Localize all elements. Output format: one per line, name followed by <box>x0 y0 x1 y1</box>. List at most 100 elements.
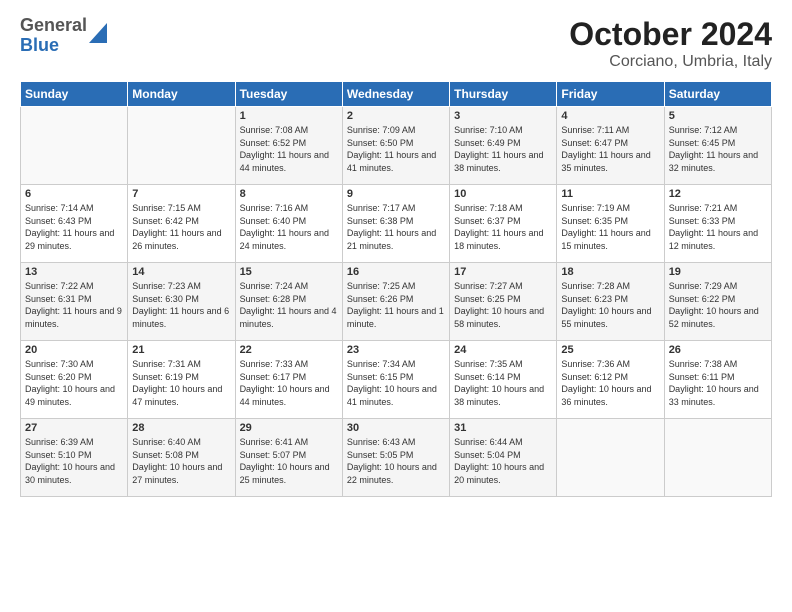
cell-content: Sunset: 6:15 PM <box>347 371 445 384</box>
table-row: 2Sunrise: 7:09 AMSunset: 6:50 PMDaylight… <box>342 107 449 185</box>
cell-content: Sunrise: 7:16 AM <box>240 202 338 215</box>
cell-content: Sunset: 6:47 PM <box>561 137 659 150</box>
cell-content: Sunset: 6:25 PM <box>454 293 552 306</box>
cell-content: Daylight: 10 hours and 30 minutes. <box>25 461 123 486</box>
cell-content: Sunset: 5:04 PM <box>454 449 552 462</box>
table-row: 21Sunrise: 7:31 AMSunset: 6:19 PMDayligh… <box>128 341 235 419</box>
day-number: 27 <box>25 422 123 434</box>
cell-content: Sunset: 6:31 PM <box>25 293 123 306</box>
cell-content: Sunset: 6:14 PM <box>454 371 552 384</box>
cell-content: Sunrise: 7:09 AM <box>347 124 445 137</box>
day-number: 23 <box>347 344 445 356</box>
week-row-2: 6Sunrise: 7:14 AMSunset: 6:43 PMDaylight… <box>21 185 772 263</box>
cell-content: Daylight: 11 hours and 6 minutes. <box>132 305 230 330</box>
day-number: 2 <box>347 110 445 122</box>
table-row: 7Sunrise: 7:15 AMSunset: 6:42 PMDaylight… <box>128 185 235 263</box>
cell-content: Sunrise: 7:35 AM <box>454 358 552 371</box>
day-number: 24 <box>454 344 552 356</box>
col-tuesday: Tuesday <box>235 82 342 107</box>
cell-content: Sunset: 6:40 PM <box>240 215 338 228</box>
logo-triangle-icon <box>89 23 107 43</box>
table-row: 13Sunrise: 7:22 AMSunset: 6:31 PMDayligh… <box>21 263 128 341</box>
day-number: 1 <box>240 110 338 122</box>
calendar-table: Sunday Monday Tuesday Wednesday Thursday… <box>20 81 772 497</box>
day-number: 25 <box>561 344 659 356</box>
cell-content: Daylight: 10 hours and 25 minutes. <box>240 461 338 486</box>
table-row: 1Sunrise: 7:08 AMSunset: 6:52 PMDaylight… <box>235 107 342 185</box>
cell-content: Daylight: 10 hours and 33 minutes. <box>669 383 767 408</box>
cell-content: Sunrise: 6:39 AM <box>25 436 123 449</box>
cell-content: Sunset: 6:17 PM <box>240 371 338 384</box>
table-row: 15Sunrise: 7:24 AMSunset: 6:28 PMDayligh… <box>235 263 342 341</box>
table-row: 9 Sunrise: 7:17 AMSunset: 6:38 PMDaylight… <box>342 185 449 263</box>
cell-content: Daylight: 10 hours and 41 minutes. <box>347 383 445 408</box>
table-row: 17Sunrise: 7:27 AMSunset: 6:25 PMDayligh… <box>450 263 557 341</box>
cell-content: Sunset: 5:07 PM <box>240 449 338 462</box>
cell-content: Sunset: 5:10 PM <box>25 449 123 462</box>
cell-content: Daylight: 10 hours and 44 minutes. <box>240 383 338 408</box>
page: General Blue October 2024 Corciano, Umbr… <box>0 0 792 612</box>
cell-content: Sunset: 6:19 PM <box>132 371 230 384</box>
cell-content: Daylight: 11 hours and 35 minutes. <box>561 149 659 174</box>
cell-content: Sunset: 6:20 PM <box>25 371 123 384</box>
day-number: 9 <box>347 188 445 200</box>
cell-content: Sunrise: 7:31 AM <box>132 358 230 371</box>
day-number: 4 <box>561 110 659 122</box>
day-number: 29 <box>240 422 338 434</box>
day-number: 22 <box>240 344 338 356</box>
table-row: 3Sunrise: 7:10 AMSunset: 6:49 PMDaylight… <box>450 107 557 185</box>
table-row: 11Sunrise: 7:19 AMSunset: 6:35 PMDayligh… <box>557 185 664 263</box>
cell-content: Sunset: 6:22 PM <box>669 293 767 306</box>
cell-content: Sunset: 6:52 PM <box>240 137 338 150</box>
day-number: 15 <box>240 266 338 278</box>
week-row-1: 1Sunrise: 7:08 AMSunset: 6:52 PMDaylight… <box>21 107 772 185</box>
table-row: 19Sunrise: 7:29 AMSunset: 6:22 PMDayligh… <box>664 263 771 341</box>
cell-content: Daylight: 11 hours and 21 minutes. <box>347 227 445 252</box>
table-row: 23Sunrise: 7:34 AMSunset: 6:15 PMDayligh… <box>342 341 449 419</box>
cell-content: Daylight: 10 hours and 22 minutes. <box>347 461 445 486</box>
cell-content: Sunset: 6:12 PM <box>561 371 659 384</box>
day-number: 28 <box>132 422 230 434</box>
calendar-header: Sunday Monday Tuesday Wednesday Thursday… <box>21 82 772 107</box>
cell-content: Daylight: 11 hours and 12 minutes. <box>669 227 767 252</box>
cell-content: Daylight: 11 hours and 41 minutes. <box>347 149 445 174</box>
header: General Blue October 2024 Corciano, Umbr… <box>20 16 772 71</box>
cell-content: Sunset: 6:45 PM <box>669 137 767 150</box>
cell-content: Sunrise: 7:27 AM <box>454 280 552 293</box>
cell-content: Sunrise: 7:22 AM <box>25 280 123 293</box>
day-number: 10 <box>454 188 552 200</box>
day-number: 26 <box>669 344 767 356</box>
cell-content: Sunrise: 7:21 AM <box>669 202 767 215</box>
cell-content: Sunrise: 7:14 AM <box>25 202 123 215</box>
table-row <box>664 419 771 497</box>
table-row: 6Sunrise: 7:14 AMSunset: 6:43 PMDaylight… <box>21 185 128 263</box>
cell-content: Daylight: 10 hours and 55 minutes. <box>561 305 659 330</box>
cell-content: Sunrise: 7:25 AM <box>347 280 445 293</box>
cell-content: Sunrise: 7:19 AM <box>561 202 659 215</box>
day-number: 8 <box>240 188 338 200</box>
cell-content: Sunrise: 7:29 AM <box>669 280 767 293</box>
cell-content: Sunset: 6:38 PM <box>347 215 445 228</box>
cell-content: Sunset: 6:11 PM <box>669 371 767 384</box>
cell-content: Sunrise: 7:30 AM <box>25 358 123 371</box>
cell-content: Sunset: 6:43 PM <box>25 215 123 228</box>
cell-content: Sunrise: 7:17 AM <box>347 202 445 215</box>
table-row <box>557 419 664 497</box>
table-row: 4Sunrise: 7:11 AMSunset: 6:47 PMDaylight… <box>557 107 664 185</box>
cell-content: Sunset: 6:28 PM <box>240 293 338 306</box>
col-thursday: Thursday <box>450 82 557 107</box>
cell-content: Sunrise: 6:43 AM <box>347 436 445 449</box>
cell-content: Sunrise: 7:12 AM <box>669 124 767 137</box>
cell-content: Sunset: 5:08 PM <box>132 449 230 462</box>
cell-content: Sunrise: 7:15 AM <box>132 202 230 215</box>
day-number: 11 <box>561 188 659 200</box>
cell-content: Sunrise: 6:41 AM <box>240 436 338 449</box>
col-sunday: Sunday <box>21 82 128 107</box>
cell-content: Daylight: 11 hours and 32 minutes. <box>669 149 767 174</box>
table-row: 5Sunrise: 7:12 AMSunset: 6:45 PMDaylight… <box>664 107 771 185</box>
cell-content: Daylight: 10 hours and 38 minutes. <box>454 383 552 408</box>
cell-content: Sunset: 6:37 PM <box>454 215 552 228</box>
table-row: 8Sunrise: 7:16 AMSunset: 6:40 PMDaylight… <box>235 185 342 263</box>
col-monday: Monday <box>128 82 235 107</box>
table-row <box>21 107 128 185</box>
